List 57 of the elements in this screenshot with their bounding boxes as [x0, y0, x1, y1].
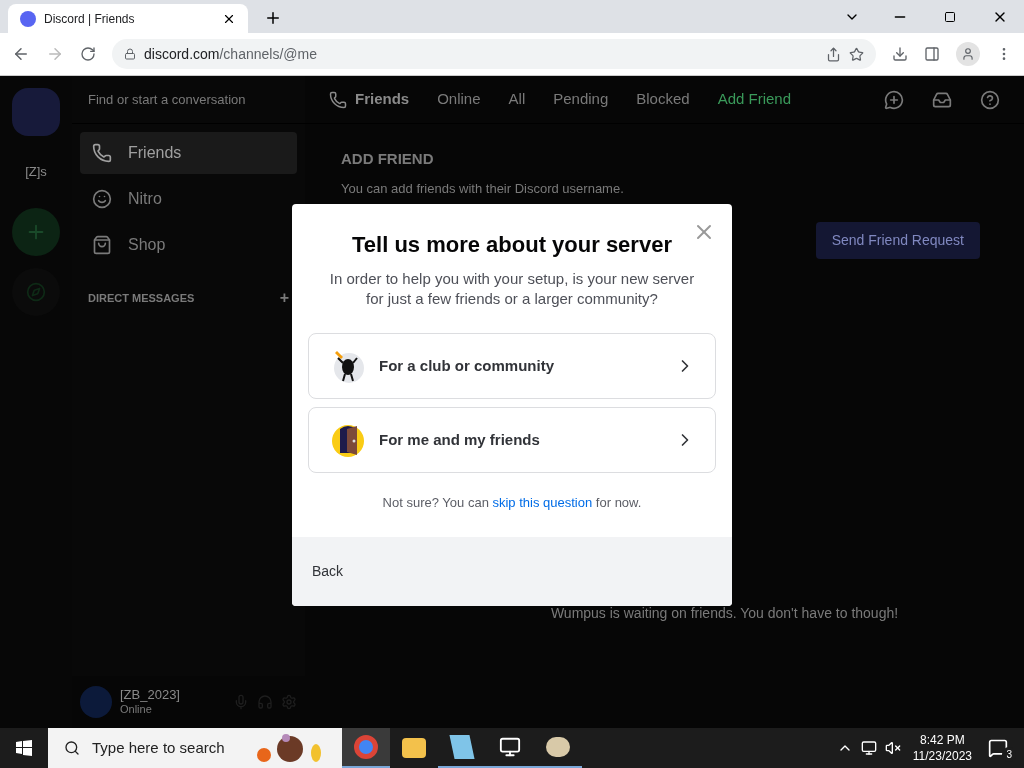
add-friend-tab[interactable]: Add Friend — [717, 88, 792, 111]
option-card[interactable]: For me and my friends — [308, 407, 716, 473]
section-title: ADD FRIEND — [341, 149, 435, 169]
send-request-button[interactable]: Send Friend Request — [815, 222, 980, 259]
friends-title: Friends — [355, 89, 410, 110]
back-icon[interactable] — [12, 45, 30, 63]
url-text: discord.com/channels/@me — [144, 44, 317, 64]
clock-time[interactable]: 8:42 PM — [920, 732, 965, 748]
nav-item[interactable]: Friends — [80, 132, 297, 174]
notifications-icon[interactable] — [988, 738, 1008, 758]
back-button[interactable]: Back — [312, 560, 344, 582]
user-status: Online — [120, 703, 153, 717]
username: [ZB_2023] — [120, 687, 181, 704]
search-icon — [64, 740, 80, 756]
reload-icon[interactable] — [80, 46, 96, 62]
smile-icon — [92, 189, 112, 209]
taskbar-search-field[interactable]: Type here to search — [48, 728, 342, 768]
header-tab[interactable]: All — [508, 88, 526, 111]
nav-item[interactable]: Shop — [80, 224, 297, 266]
tab-title: Discord | Friends — [44, 10, 136, 28]
restore-icon[interactable] — [944, 11, 956, 23]
browser-tab[interactable]: Discord | Friends — [8, 4, 248, 33]
muted-speaker-icon[interactable] — [884, 740, 901, 756]
empty-state-text: Wumpus is waiting on friends. You don't have to though! — [549, 604, 900, 623]
side-panel-icon[interactable] — [924, 46, 940, 62]
nav-label: Nitro — [128, 189, 162, 209]
clock-date[interactable]: 11/23/2023 — [912, 748, 972, 764]
address-bar[interactable]: discord.com/channels/@me — [112, 39, 876, 69]
share-icon[interactable] — [826, 46, 841, 62]
server-icon[interactable]: [Z]s — [12, 148, 60, 196]
nav-item[interactable]: Nitro — [80, 178, 297, 220]
phone-icon — [329, 90, 347, 109]
nav-label: Friends — [128, 143, 182, 163]
lock-icon — [124, 48, 136, 60]
header-tab[interactable]: Pending — [553, 88, 609, 111]
search-field[interactable]: Find or start a conversation — [84, 89, 250, 110]
skip-link[interactable]: skip this question — [492, 495, 593, 510]
phone-icon — [92, 143, 112, 163]
option-card[interactable]: For a club or community — [308, 333, 716, 399]
modal-title: Tell us more about your server — [352, 231, 672, 259]
add-dm-button[interactable]: + — [279, 286, 289, 310]
section-header: DIRECT MESSAGES — [88, 290, 196, 306]
hint-text: You can add friends with their Discord username. — [341, 179, 625, 198]
new-tab-icon[interactable] — [264, 9, 282, 27]
bag-icon — [92, 235, 112, 255]
header-tab[interactable]: Blocked — [636, 88, 690, 111]
chrome-icon[interactable] — [342, 728, 390, 768]
skip-note: Not sure? You can skip this question for now. — [381, 494, 643, 512]
new-dm-icon[interactable] — [884, 89, 904, 110]
profile-icon[interactable] — [956, 42, 980, 66]
network-icon[interactable] — [860, 740, 877, 756]
modal-subtitle: In order to help you with your setup, is your new server for just a few friends or a larger community? — [328, 269, 696, 309]
bookmark-icon[interactable] — [849, 46, 864, 62]
header-tab[interactable]: Online — [437, 88, 481, 111]
nav-label: Shop — [128, 235, 166, 255]
help-icon[interactable] — [980, 89, 1000, 110]
download-icon[interactable] — [892, 46, 908, 62]
